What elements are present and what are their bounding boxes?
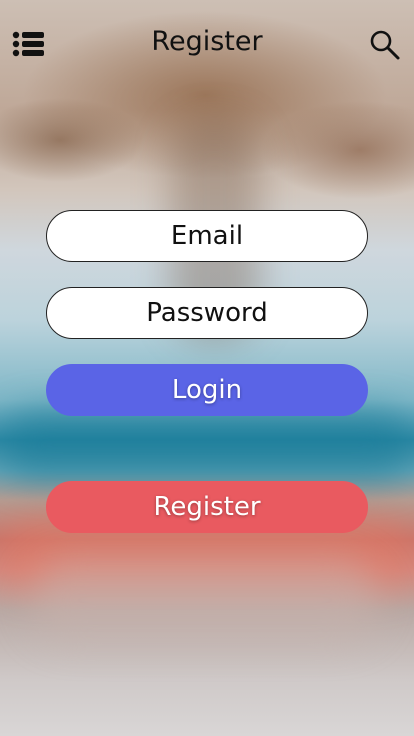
background-band: [30, 560, 380, 640]
register-screen: Register Login Register: [0, 0, 414, 736]
password-field[interactable]: [46, 287, 368, 339]
login-button[interactable]: Login: [46, 364, 368, 416]
email-input[interactable]: [47, 210, 367, 262]
register-button[interactable]: Register: [46, 481, 368, 533]
top-bar: Register: [0, 0, 414, 90]
background-band: [0, 410, 414, 480]
search-icon: [370, 30, 400, 60]
login-button-label: Login: [171, 375, 243, 405]
password-input[interactable]: [47, 287, 367, 339]
register-button-label: Register: [153, 492, 261, 522]
email-field[interactable]: [46, 210, 368, 262]
page-title: Register: [151, 26, 263, 57]
search-button[interactable]: [368, 28, 402, 62]
